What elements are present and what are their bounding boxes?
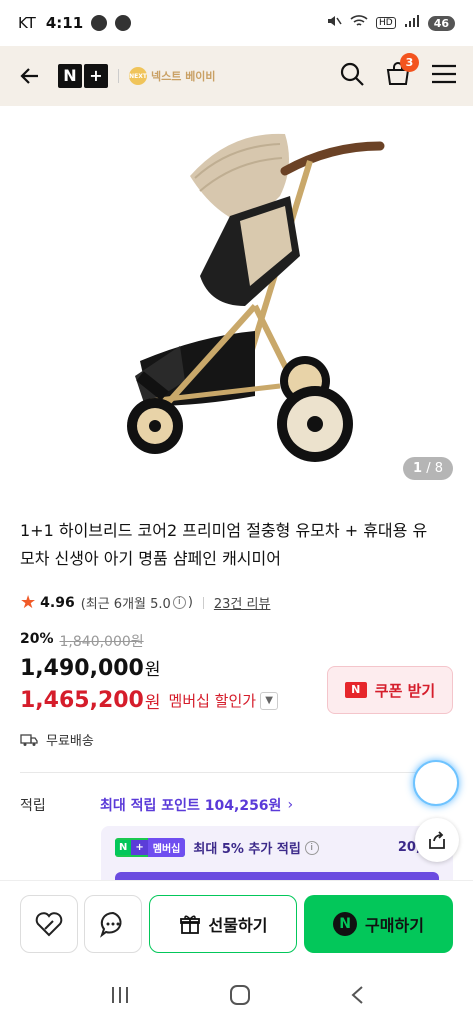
cart-button[interactable]: 3 [385,53,419,91]
wishlist-button[interactable] [20,895,78,953]
recent-rating: (최근 6개월 5.0 [80,597,171,612]
floating-chat-button[interactable] [413,760,459,806]
clock: 4:11 [45,14,84,32]
product-title: 1+1 하이브리드 코어2 프리미엄 절충형 유모차 + 휴대용 유모차 신생아… [20,521,428,568]
recent-apps-button[interactable] [109,985,131,1009]
original-price: 1,840,000원 [59,634,144,650]
image-total-count: 8 [434,461,443,476]
buy-button[interactable]: N 구매하기 [304,895,453,953]
cart-count-badge: 3 [400,53,419,72]
rating-row: ★ 4.96 (최근 6개월 5.0 i ) 23건 리뷰 [20,592,270,613]
home-icon [230,985,251,1005]
section-divider [20,772,453,773]
naver-pay-icon: N [333,912,358,936]
image-current-index: 1 [413,461,423,476]
gift-label: 선물하기 [208,916,268,935]
points-row: 적립 최대 적립 포인트 104,256원 › [20,795,460,815]
gift-icon [179,915,200,934]
hd-icon: HD [375,17,396,29]
chat-bubble-icon [100,911,122,938]
discount-row: 20% 1,840,000원 [20,631,144,651]
info-icon[interactable]: i [304,840,319,855]
chevron-down-icon[interactable]: ▼ [260,691,279,710]
wifi-icon [350,14,368,32]
review-count-link[interactable]: 23건 리뷰 [214,593,271,612]
logo-plus: + [84,64,108,88]
membership-points-desc: 최대 5% 추가 적립 [193,842,301,857]
buy-label: 구매하기 [365,916,424,935]
notification-icon [91,15,108,31]
store-link[interactable]: NEXT 넥스트 베이비 [129,67,216,85]
header-divider [118,69,119,83]
membership-price-value: 1,465,200 [20,688,144,713]
naver-plus-logo[interactable]: N + [58,64,108,88]
sale-price-value: 1,490,000 [20,656,144,681]
recent-rating-close: ) [187,595,193,610]
logo-n: N [58,64,82,88]
coupon-label: 쿠폰 받기 [374,681,436,700]
chevron-left-icon [351,986,363,1004]
coupon-button[interactable]: N 쿠폰 받기 [327,666,453,714]
mute-icon [326,13,342,33]
sale-price-unit: 원 [144,660,161,680]
membership-price-unit: 원 [144,693,161,713]
talktalk-button[interactable] [84,895,142,953]
store-name: 넥스트 베이비 [151,70,216,83]
info-icon[interactable]: i [172,596,186,609]
hamburger-menu-icon [432,64,456,84]
status-bar: KT 4:11 HD 46 [0,0,473,46]
system-back-button[interactable] [350,985,364,1009]
purchase-action-bar: 선물하기 N 구매하기 [0,880,473,970]
recent-apps-icon [112,987,129,1003]
star-icon: ★ [20,592,37,613]
gift-button[interactable]: 선물하기 [149,895,297,953]
discount-rate: 20% [20,631,54,647]
rating-divider [202,596,204,609]
battery-indicator: 46 [427,15,455,31]
tag-label: 멤버십 [147,838,186,857]
naver-n-icon: N [344,682,367,698]
tag-plus: + [131,840,148,855]
heart-icon [35,912,63,937]
membership-price: 1,465,200 원 멤버십 할인가 ▼ [20,688,279,713]
back-button[interactable] [16,62,44,90]
shipping-label: 무료배송 [46,734,94,749]
product-image-gallery[interactable]: 1 / 8 [0,106,473,492]
sale-price: 1,490,000원 [20,655,161,681]
max-points-link[interactable]: 최대 적립 포인트 104,256원 [100,795,281,815]
points-label: 적립 [20,798,46,814]
stroller-image [127,133,385,462]
rating-score: 4.96 [40,594,75,611]
share-icon [429,831,445,849]
chevron-right-icon: › [287,797,294,813]
naver-plus-membership-tag: N + 멤버십 [115,838,186,857]
system-navigation-bar [0,970,473,1024]
search-icon [340,62,364,86]
app-header: N + NEXT 넥스트 베이비 3 [0,46,473,106]
menu-button[interactable] [431,63,457,89]
carrier-label: KT [18,14,36,32]
home-button[interactable] [229,984,251,1010]
image-page-indicator: 1 / 8 [403,457,453,480]
shipping-info: 무료배송 [20,730,94,749]
signal-icon [404,14,420,32]
share-button[interactable] [415,818,459,862]
arrow-left-icon [20,68,38,84]
image-index-separator: / [422,461,435,476]
tag-n: N [115,840,132,855]
store-logo-icon: NEXT [129,67,147,85]
truck-icon [20,733,38,746]
search-button[interactable] [339,61,365,91]
talk-notification-icon [115,15,132,31]
membership-price-label: 멤버십 할인가 [168,692,257,710]
